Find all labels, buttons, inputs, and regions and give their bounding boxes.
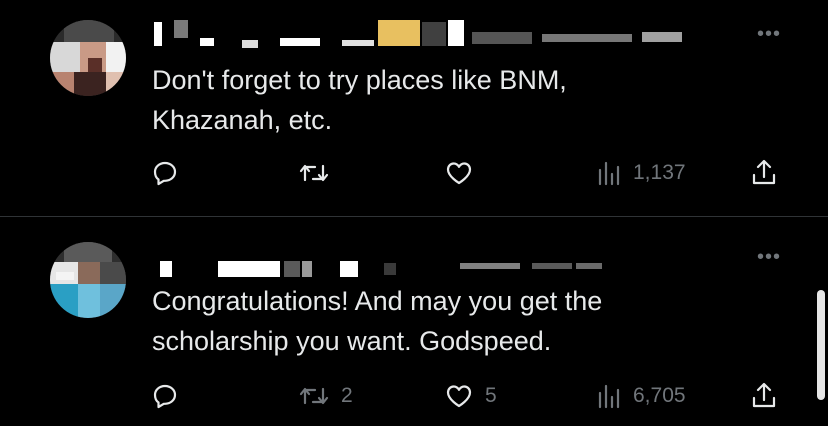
- share-upload-icon: [750, 159, 778, 187]
- tweet-text: Don't forget to try places like BNM, Kha…: [152, 65, 567, 135]
- reply-feed: ••• Don't forget to try places like BNM,…: [0, 0, 828, 426]
- more-options-icon[interactable]: •••: [752, 247, 786, 267]
- share-button[interactable]: [750, 158, 778, 188]
- more-options-icon[interactable]: •••: [752, 24, 786, 44]
- retweet-icon: [299, 383, 329, 409]
- reply-icon: [152, 160, 178, 186]
- tweet-text: Congratulations! And may you get the sch…: [152, 286, 603, 356]
- tweet[interactable]: ••• Congratulations! And may you get the…: [0, 217, 828, 426]
- tweet-actions: 2 5 6,705: [152, 381, 792, 411]
- tweet-actions: 1,137: [152, 158, 792, 188]
- tweet[interactable]: ••• Don't forget to try places like BNM,…: [0, 0, 828, 216]
- reply-button[interactable]: [152, 158, 190, 188]
- views-bar-chart-icon: [597, 160, 621, 186]
- view-count: 1,137: [633, 161, 686, 184]
- like-button[interactable]: 5: [445, 381, 497, 411]
- view-count: 6,705: [633, 384, 686, 407]
- views-button[interactable]: 1,137: [597, 158, 686, 188]
- share-upload-icon: [750, 382, 778, 410]
- reply-icon: [152, 383, 178, 409]
- avatar[interactable]: [50, 20, 126, 96]
- retweet-icon: [299, 160, 329, 186]
- views-button[interactable]: 6,705: [597, 381, 686, 411]
- scrollbar-thumb[interactable]: [817, 290, 825, 400]
- retweet-button[interactable]: 2: [299, 381, 353, 411]
- retweet-count: 2: [341, 384, 353, 407]
- avatar[interactable]: [50, 242, 126, 318]
- share-button[interactable]: [750, 381, 778, 411]
- like-count: 5: [485, 384, 497, 407]
- author-name-redacted[interactable]: [152, 243, 692, 277]
- heart-icon: [445, 160, 473, 186]
- author-name-redacted[interactable]: [152, 12, 692, 48]
- heart-icon: [445, 383, 473, 409]
- retweet-button[interactable]: [299, 158, 341, 188]
- reply-button[interactable]: [152, 381, 190, 411]
- like-button[interactable]: [445, 158, 485, 188]
- views-bar-chart-icon: [597, 383, 621, 409]
